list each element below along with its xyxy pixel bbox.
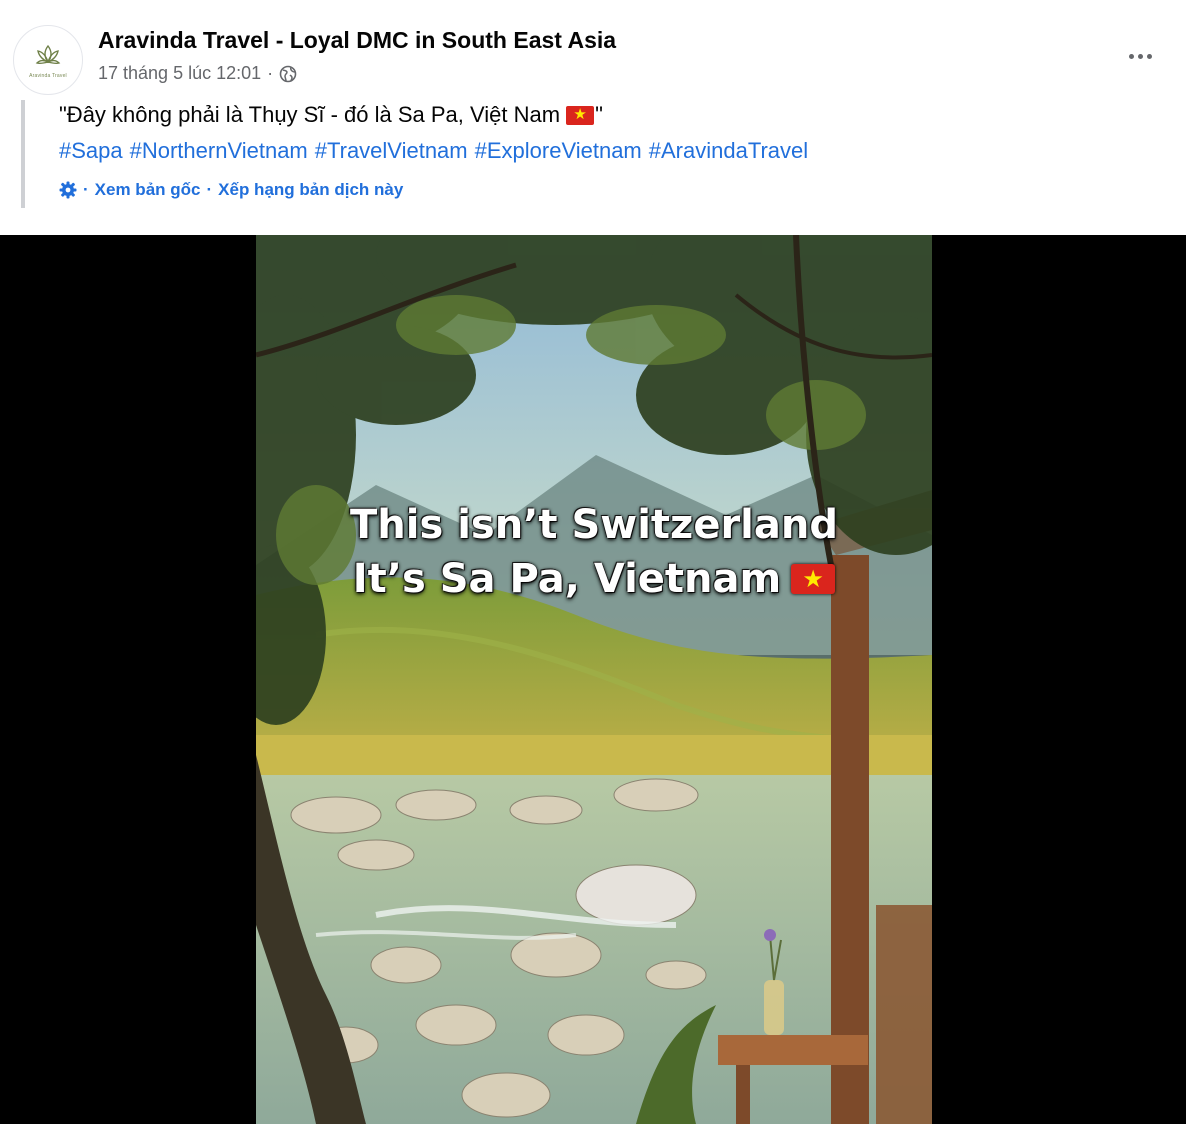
hashtag-link[interactable]: #AravindaTravel (649, 138, 808, 164)
meta-separator: · (267, 63, 274, 83)
video-overlay-line-2: It’s Sa Pa, Vietnam (256, 555, 932, 603)
translation-separator: · (83, 180, 89, 199)
logo-text: Aravinda Travel (29, 72, 67, 79)
hashtag-link[interactable]: #Sapa (59, 138, 123, 164)
post-meta: 17 tháng 5 lúc 12:01 · (98, 63, 297, 84)
caption-closing-quote: " (595, 102, 603, 127)
more-options-icon[interactable] (1120, 38, 1160, 74)
translation-controls: · Xem bản gốc · Xếp hạng bản dịch này (59, 180, 403, 200)
translate-gear-icon[interactable] (59, 181, 77, 199)
hashtag-link[interactable]: #ExploreVietnam (475, 138, 642, 164)
post-caption: "Đây không phải là Thụy Sĩ - đó là Sa Pa… (59, 102, 603, 128)
hashtag-link[interactable]: #TravelVietnam (315, 138, 468, 164)
sapa-landscape-image (256, 235, 932, 1124)
see-original-link[interactable]: Xem bản gốc (95, 180, 201, 200)
video-player[interactable]: This isn’t Switzerland It’s Sa Pa, Vietn… (0, 235, 1186, 1124)
post-timestamp[interactable]: 17 tháng 5 lúc 12:01 (98, 63, 261, 84)
globe-icon[interactable] (279, 65, 297, 83)
video-frame[interactable]: This isn’t Switzerland It’s Sa Pa, Vietn… (256, 235, 932, 1124)
page-name-link[interactable]: Aravinda Travel - Loyal DMC in South Eas… (98, 27, 616, 54)
post-header: Aravinda Travel Aravinda Travel - Loyal … (0, 0, 1186, 100)
translated-caption-block: "Đây không phải là Thụy Sĩ - đó là Sa Pa… (21, 100, 1021, 208)
hashtag-list: #Sapa #NorthernVietnam #TravelVietnam #E… (59, 138, 808, 164)
video-overlay-line-1: This isn’t Switzerland (350, 502, 838, 548)
hashtag-link[interactable]: #NorthernVietnam (130, 138, 308, 164)
caption-text: "Đây không phải là Thụy Sĩ - đó là Sa Pa… (59, 102, 561, 127)
video-overlay-text: It’s Sa Pa, Vietnam (352, 556, 782, 602)
translation-separator: · (206, 180, 213, 199)
vietnam-flag-icon (566, 105, 595, 125)
lotus-logo-icon (35, 44, 61, 64)
rate-translation-link[interactable]: Xếp hạng bản dịch này (218, 180, 403, 200)
page-avatar[interactable]: Aravinda Travel (13, 25, 83, 95)
vietnam-flag-icon (791, 564, 836, 594)
